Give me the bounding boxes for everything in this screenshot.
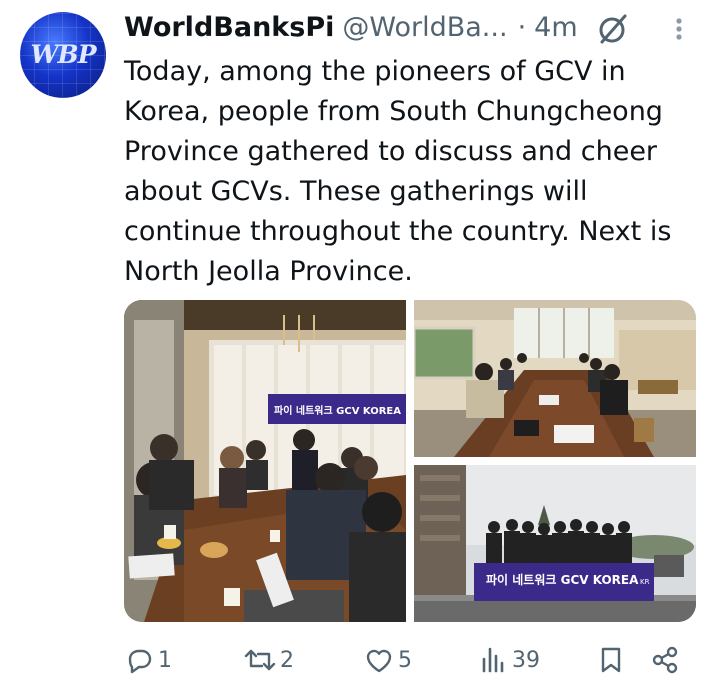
tweet-text: Today, among the pioneers of GCV in Kore… <box>124 56 672 287</box>
photo-group-banner[interactable]: 파이 네트워크 GCV KOREA KR <box>414 465 696 622</box>
repost-icon <box>244 649 276 671</box>
heart-icon <box>366 649 392 673</box>
bookmark-icon <box>601 647 621 673</box>
avatar[interactable]: WBP <box>20 12 106 98</box>
user-handle[interactable]: @WorldBa... <box>342 12 507 43</box>
share-icon <box>652 646 678 674</box>
bookmark-button[interactable] <box>596 642 626 678</box>
views-count: 39 <box>512 647 540 673</box>
avatar-logo-text: WBP <box>30 40 96 69</box>
grok-icon[interactable] <box>596 12 630 46</box>
views-button[interactable]: 39 <box>478 642 540 678</box>
tweet[interactable]: WBP WorldBanksPi @WorldBa... · 4m Today,… <box>0 0 719 698</box>
repost-button[interactable]: 2 <box>244 642 294 678</box>
like-count: 5 <box>398 647 412 673</box>
display-name[interactable]: WorldBanksPi <box>124 12 334 43</box>
share-button[interactable] <box>650 642 680 678</box>
reply-icon <box>128 649 152 674</box>
media-grid: 파이 네트워크 GCV KOREA 파이 네트워크 GCV KOREA KR <box>124 300 696 622</box>
timestamp[interactable]: 4m <box>534 12 577 43</box>
banner-text-photo1: 파이 네트워크 GCV KOREA <box>274 404 401 417</box>
reply-button[interactable]: 1 <box>124 642 172 678</box>
banner-suffix-photo3: KR <box>640 578 650 586</box>
reply-count: 1 <box>158 647 172 673</box>
repost-count: 2 <box>280 647 294 673</box>
separator-dot: · <box>517 11 527 43</box>
photo-meeting-table[interactable]: 파이 네트워크 GCV KOREA <box>124 300 406 622</box>
views-chart-icon <box>482 647 504 673</box>
more-options-icon[interactable] <box>666 12 692 46</box>
like-button[interactable]: 5 <box>364 642 412 678</box>
banner-text-photo3: 파이 네트워크 GCV KOREA <box>486 572 639 587</box>
tweet-header: WorldBanksPi @WorldBa... · 4m <box>124 8 578 46</box>
photo-conference-room[interactable] <box>414 300 696 457</box>
action-bar: 1 2 5 39 <box>124 642 696 678</box>
